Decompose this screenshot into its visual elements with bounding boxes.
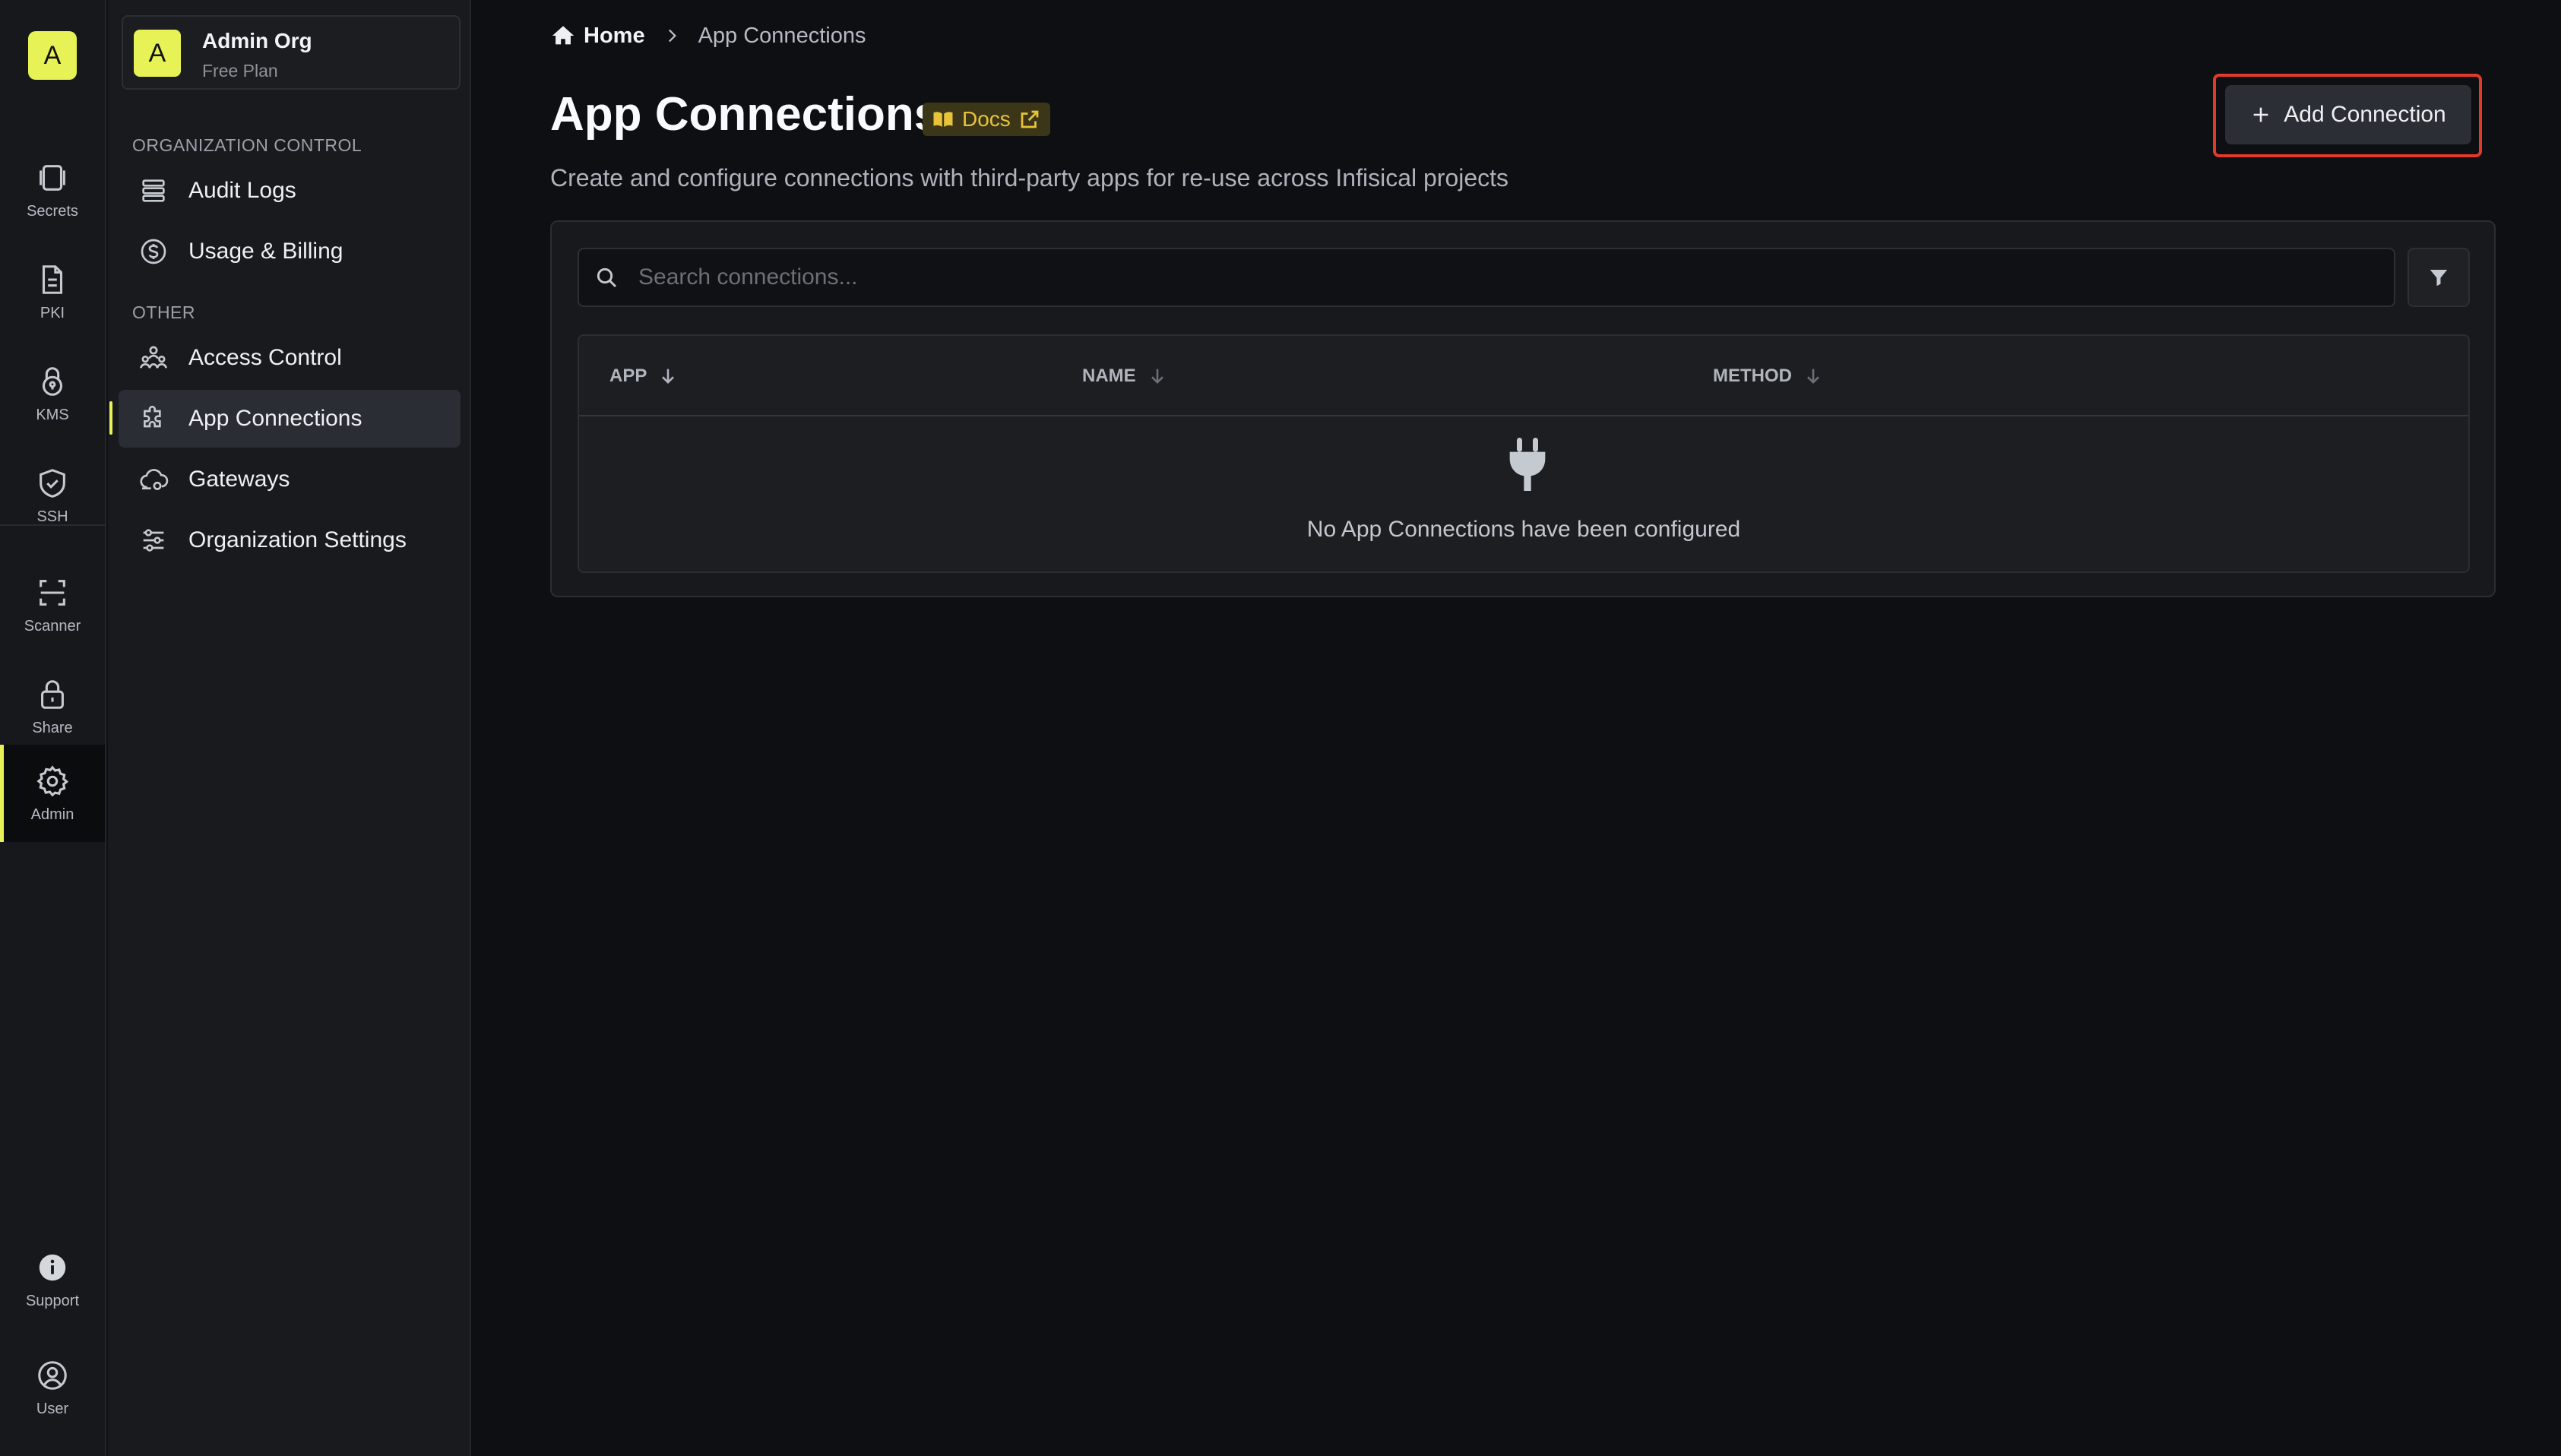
sidebar-item-gateways[interactable]: Gateways [119, 451, 461, 508]
org-sidebar: A Admin Org Free Plan ORGANIZATION CONTR… [108, 0, 471, 1456]
filter-icon [2430, 270, 2448, 286]
sort-arrow-down-icon [1807, 369, 1819, 384]
sidebar-item-label: Organization Settings [188, 527, 407, 552]
rail-item-label: User [36, 1400, 69, 1417]
secrets-icon [40, 164, 65, 191]
add-connection-label: Add Connection [2284, 102, 2446, 127]
column-header-label: METHOD [1713, 366, 1792, 386]
icon-rail: A Secrets PKI KMS SSH Scanner Share Admi… [0, 0, 106, 1456]
docs-link[interactable]: Docs [923, 103, 1050, 136]
page-subtitle: Create and configure connections with th… [550, 164, 1509, 191]
plug-icon [1509, 438, 1546, 491]
breadcrumb-home[interactable]: Home [550, 23, 645, 49]
page-title: App Connections [550, 88, 941, 141]
rail-item-label: Support [25, 1292, 80, 1309]
external-link-icon [1021, 110, 1039, 128]
org-plan: Free Plan [202, 61, 278, 81]
lock-icon [41, 679, 64, 709]
book-icon [933, 112, 953, 127]
rail-item-ssh[interactable]: SSH [0, 447, 105, 544]
info-icon [39, 1254, 66, 1280]
sidebar-item-label: Gateways [188, 467, 290, 492]
rail-item-label: PKI [40, 304, 65, 321]
add-connection-button[interactable]: Add Connection [2225, 85, 2471, 144]
list-icon [142, 179, 165, 202]
users-icon [140, 346, 167, 369]
rail-item-label: Admin [30, 806, 74, 823]
empty-state-message: No App Connections have been configured [1306, 517, 1741, 542]
column-header-label: NAME [1082, 366, 1136, 386]
org-switcher[interactable]: A Admin Org Free Plan [122, 15, 461, 90]
rail-divider [0, 524, 105, 526]
filter-button[interactable] [2407, 248, 2470, 307]
sort-arrow-down-icon [1151, 369, 1163, 384]
dollar-circle-icon [141, 239, 166, 264]
scan-icon [40, 579, 65, 606]
lock-key-icon [42, 366, 63, 396]
sort-arrow-down-icon [662, 369, 675, 384]
breadcrumb-home-label: Home [584, 23, 645, 48]
org-name: Admin Org [202, 29, 312, 52]
rail-item-user[interactable]: User [0, 1339, 105, 1436]
home-icon [552, 26, 575, 45]
rail-item-label: Secrets [27, 202, 78, 220]
rail-item-kms[interactable]: KMS [0, 345, 105, 442]
search-input[interactable] [638, 264, 2310, 290]
gear-icon [36, 764, 69, 796]
rail-item-scanner[interactable]: Scanner [0, 556, 105, 654]
puzzle-icon [144, 405, 161, 428]
column-header-app[interactable]: APP [609, 336, 679, 416]
sidebar-item-usage-billing[interactable]: Usage & Billing [119, 223, 461, 280]
sliders-icon [143, 529, 164, 552]
search-icon [597, 267, 617, 288]
table-header: APP NAME METHOD [579, 336, 2468, 416]
section-label-other: OTHER [132, 302, 195, 322]
sidebar-item-label: App Connections [188, 406, 362, 431]
breadcrumb: Home App Connections [550, 23, 866, 49]
shield-check-icon [40, 468, 65, 498]
search-box[interactable] [578, 248, 2395, 307]
section-label-organization-control: ORGANIZATION CONTROL [132, 135, 362, 155]
org-avatar: A [134, 30, 181, 77]
rail-item-label: Share [32, 719, 73, 736]
column-header-name[interactable]: NAME [1082, 336, 1168, 416]
rail-item-label: Scanner [24, 617, 81, 635]
rail-item-support[interactable]: Support [0, 1231, 105, 1328]
rail-item-secrets[interactable]: Secrets [0, 141, 105, 239]
org-logo[interactable]: A [28, 31, 77, 80]
sidebar-item-label: Usage & Billing [188, 239, 343, 264]
plus-icon [2253, 107, 2268, 122]
sidebar-item-organization-settings[interactable]: Organization Settings [119, 511, 461, 569]
connections-panel: APP NAME METHOD No App Connections have … [550, 220, 2496, 597]
sidebar-item-app-connections[interactable]: App Connections [119, 390, 461, 448]
rail-item-admin[interactable]: Admin [0, 745, 105, 842]
active-indicator [109, 401, 112, 435]
connections-table: APP NAME METHOD No App Connections have … [578, 334, 2470, 573]
rail-item-label: KMS [36, 406, 69, 423]
sidebar-item-access-control[interactable]: Access Control [119, 329, 461, 387]
document-icon [42, 264, 63, 294]
sidebar-item-audit-logs[interactable]: Audit Logs [119, 162, 461, 220]
cloud-icon [140, 469, 169, 490]
rail-item-label: SSH [36, 508, 68, 525]
chevron-right-icon [668, 29, 676, 43]
sidebar-item-label: Access Control [188, 345, 342, 370]
rail-item-pki[interactable]: PKI [0, 243, 105, 340]
breadcrumb-current: App Connections [698, 23, 866, 48]
rail-item-share[interactable]: Share [0, 658, 105, 755]
column-header-method[interactable]: METHOD [1713, 336, 1824, 416]
user-circle-icon [38, 1360, 67, 1390]
sidebar-item-label: Audit Logs [188, 178, 296, 203]
docs-label: Docs [962, 107, 1011, 131]
column-header-label: APP [609, 366, 647, 386]
